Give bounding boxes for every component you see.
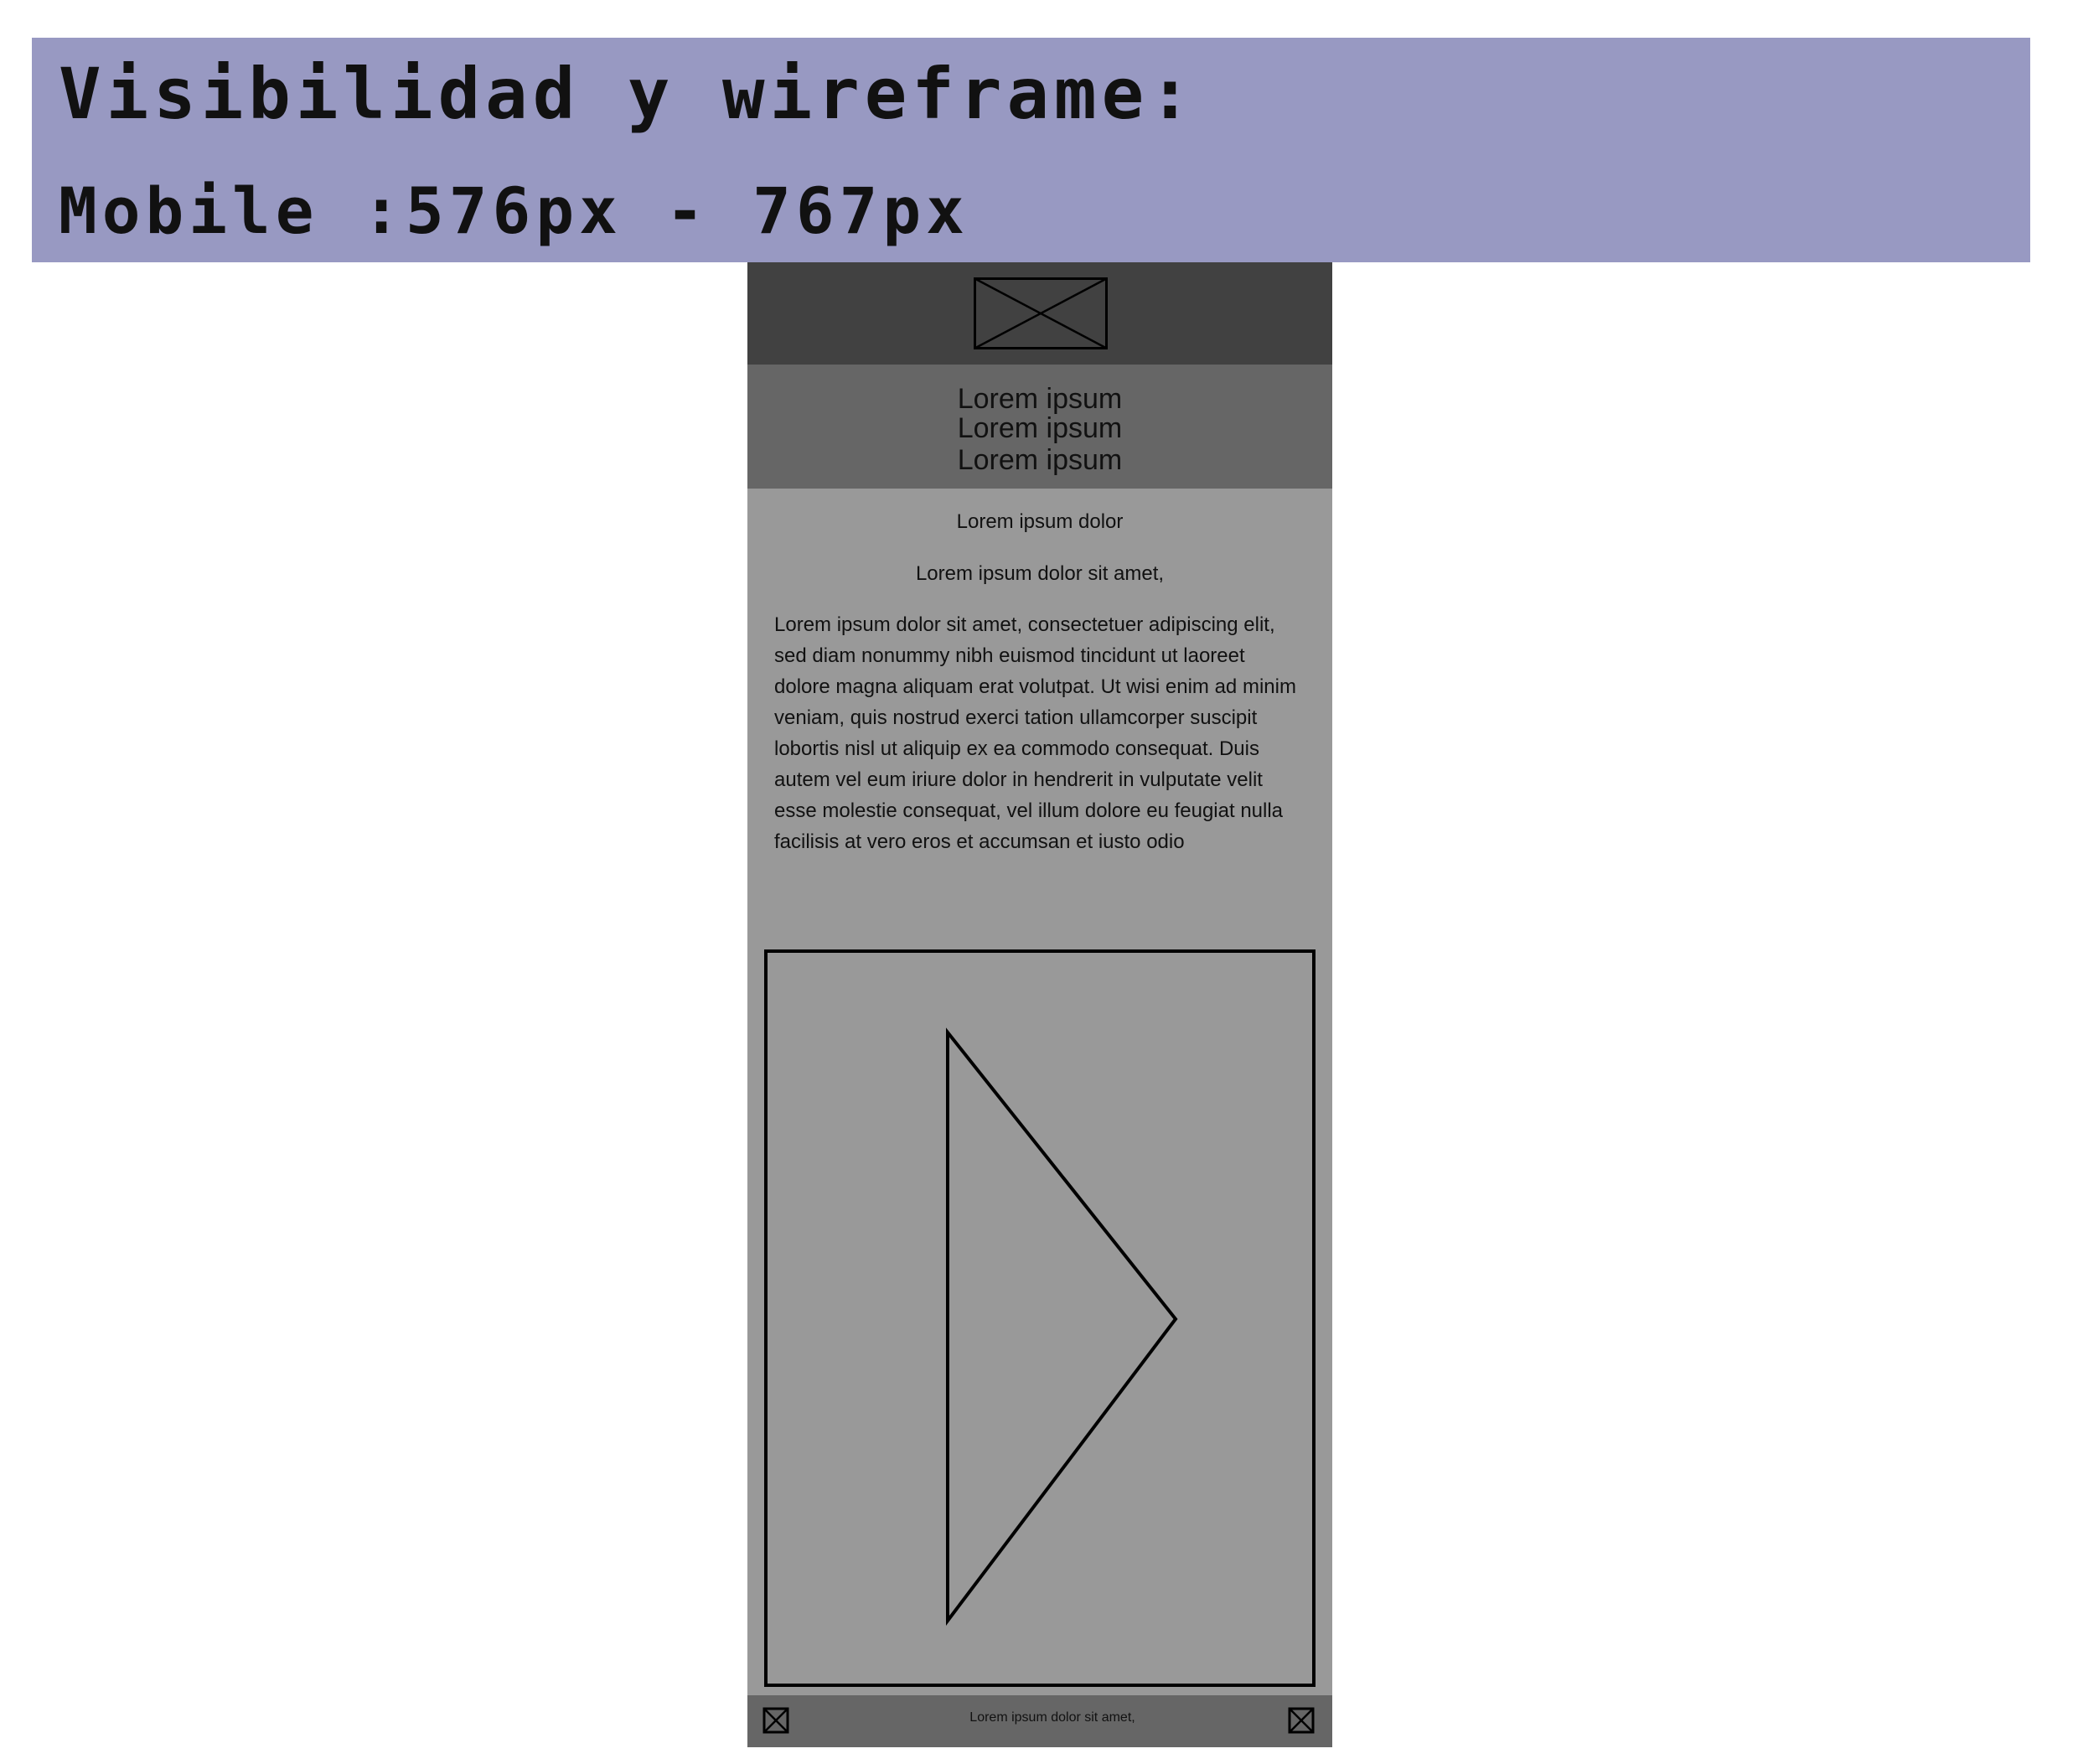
- breakpoint-label: Mobile :576px - 767px: [59, 173, 969, 248]
- nav-item[interactable]: Lorem ipsum: [747, 383, 1332, 415]
- nav-menu: Lorem ipsum Lorem ipsum Lorem ipsum: [747, 365, 1332, 489]
- header-banner: Visibilidad y wireframe: Mobile :576px -…: [32, 38, 2030, 262]
- site-header: [747, 262, 1332, 365]
- image-placeholder-icon[interactable]: [1288, 1707, 1315, 1734]
- mobile-wireframe: Lorem ipsum Lorem ipsum Lorem ipsum Lore…: [747, 262, 1332, 1747]
- nav-item[interactable]: Lorem ipsum: [747, 444, 1332, 476]
- image-placeholder-icon[interactable]: [974, 277, 1108, 349]
- video-player[interactable]: [764, 949, 1316, 1687]
- content-subtitle: Lorem ipsum dolor sit amet,: [915, 562, 1165, 585]
- play-icon: [946, 1027, 1178, 1626]
- content-paragraph: Lorem ipsum dolor sit amet, consectetuer…: [774, 613, 1296, 853]
- content-title: Lorem ipsum dolor: [956, 510, 1124, 533]
- site-footer: Lorem ipsum dolor sit amet,: [747, 1695, 1332, 1747]
- footer-text: Lorem ipsum dolor sit amet,: [969, 1710, 1135, 1725]
- page-title: Visibilidad y wireframe:: [59, 53, 1197, 135]
- nav-item[interactable]: Lorem ipsum: [747, 412, 1332, 444]
